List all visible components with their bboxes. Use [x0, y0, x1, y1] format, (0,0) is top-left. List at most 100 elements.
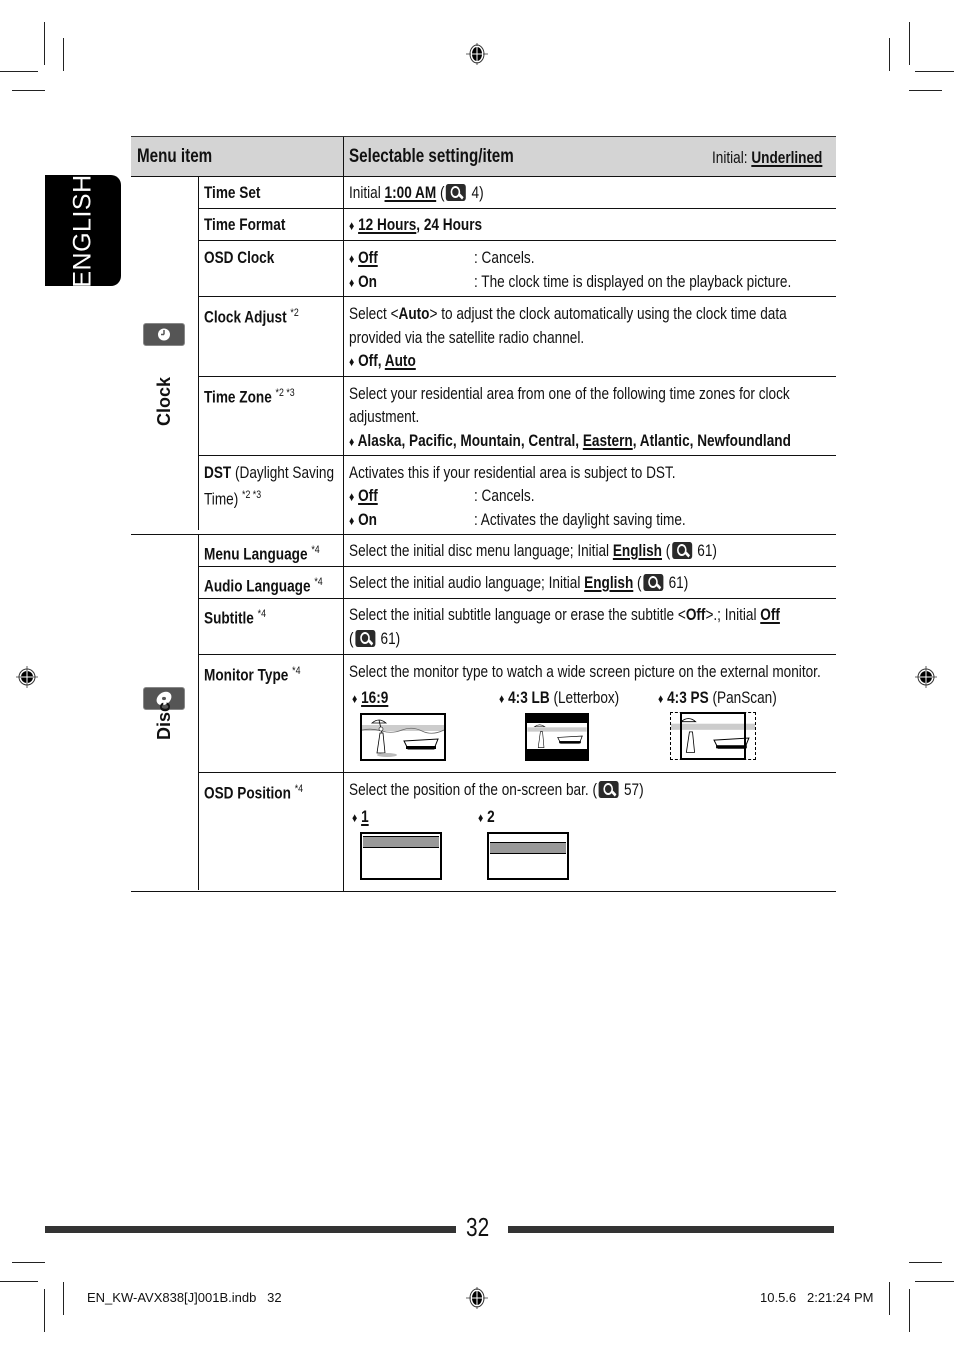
text: Select the initial subtitle language or …	[349, 605, 686, 624]
text: (	[633, 573, 642, 592]
initial-value: 1:00 AM	[384, 183, 437, 202]
footnote-ref: *4	[292, 665, 301, 677]
divider	[343, 535, 344, 566]
divider	[343, 177, 344, 208]
bullet-icon: ♦	[499, 691, 505, 706]
option-off: ♦ Off	[349, 484, 378, 509]
text: >.; Initial	[705, 605, 761, 624]
text: Select the initial audio language; Initi…	[349, 573, 585, 592]
clock-category: Clock	[131, 177, 198, 530]
crop-mark	[44, 22, 45, 65]
language-tab-label: ENGLISH	[68, 173, 97, 288]
text: Select the initial disc menu language; I…	[349, 541, 613, 560]
initial-value: English	[584, 573, 634, 592]
table-row-time-zone: Time Zone *2 *3 Select your residential …	[198, 377, 836, 456]
bullet-icon: ♦	[349, 251, 355, 266]
menu-item-name: Menu Language *4	[204, 539, 320, 566]
divider	[343, 377, 344, 455]
option: , 24 Hours	[416, 215, 483, 234]
crop-mark	[0, 71, 38, 72]
table-row-clock-adjust: Clock Adjust *2 Select <Auto> to adjust …	[198, 297, 836, 377]
setting-options: ♦ 12 Hours, 24 Hours	[349, 213, 482, 238]
registration-mark-icon	[915, 666, 937, 688]
option: 4:3 PS	[667, 688, 709, 707]
bullet-icon: ♦	[349, 489, 355, 504]
crop-mark	[909, 90, 942, 91]
footnote-ref: *2 *3	[275, 387, 295, 399]
option-default: 1	[361, 807, 369, 826]
footer-file-info: EN_KW-AVX838[J]001B.indb 32	[87, 1290, 282, 1305]
option-on: ♦ On	[349, 270, 377, 295]
text: Select the position of the on-screen bar…	[349, 780, 597, 799]
picture-letterbox-illustration	[525, 713, 589, 761]
search-ref-icon	[671, 542, 692, 559]
initial-value: Off	[760, 605, 780, 624]
text: Monitor Type	[204, 665, 289, 685]
page-number: 32	[466, 1212, 490, 1242]
crop-mark	[63, 38, 64, 71]
text: DST	[204, 463, 232, 482]
option-off: ♦ Off	[349, 246, 378, 271]
crop-mark	[915, 1281, 954, 1282]
option-note: (PanScan)	[708, 688, 777, 707]
divider	[343, 599, 344, 654]
menu-item-name: Time Zone *2 *3	[204, 382, 295, 409]
clock-icon	[143, 323, 185, 346]
option: On	[358, 272, 377, 291]
setting-text: Activates this if your residential area …	[349, 463, 676, 482]
option: Alaska, Pacific, Mountain, Central,	[357, 431, 583, 450]
bullet-icon: ♦	[349, 275, 355, 290]
bullet-icon: ♦	[658, 691, 664, 706]
option: On	[358, 510, 377, 529]
text: > to adjust the clock automatically usin…	[429, 304, 787, 323]
option-4-3-lb: ♦ 4:3 LB (Letterbox)	[499, 686, 619, 711]
setting-text: Select <Auto> to adjust the clock automa…	[349, 302, 787, 326]
crop-mark	[44, 1289, 45, 1332]
menu-item-name-line2: Time) *2 *3	[204, 484, 261, 511]
bullet-icon: ♦	[349, 218, 355, 233]
menu-item-name: Subtitle *4	[204, 603, 266, 630]
option: , Atlantic, Newfoundland	[632, 431, 791, 450]
option-default: 16:9	[361, 688, 389, 707]
text: Select <	[349, 304, 399, 323]
crop-mark	[889, 1282, 890, 1315]
divider	[343, 567, 344, 598]
option-on: ♦ On	[349, 508, 377, 533]
page-ref: 61)	[380, 629, 401, 648]
menu-item-name: Clock Adjust *2	[204, 302, 299, 329]
option-note: (Letterbox)	[549, 688, 620, 707]
menu-item-name: DST (Daylight Saving	[204, 461, 334, 485]
text: Auto	[398, 304, 430, 323]
clock-category-label: Clock	[154, 376, 174, 426]
crop-mark	[889, 38, 890, 71]
bullet-icon: ♦	[349, 354, 355, 369]
page-ref: 61)	[668, 573, 689, 592]
table-row-subtitle: Subtitle *4 Select the initial subtitle …	[198, 599, 836, 655]
registration-mark-icon	[16, 666, 38, 688]
clock-group: Clock Time Set Initial 1:00 AM ( 4) Time…	[131, 177, 836, 535]
text: (	[349, 629, 354, 648]
menu-item-name: Monitor Type *4	[204, 660, 300, 687]
header-initial-note: Initial: Underlined	[712, 146, 822, 170]
crop-mark	[12, 1262, 45, 1263]
osd-position-1-illustration	[360, 832, 442, 880]
setting-options: ♦ Alaska, Pacific, Mountain, Central, Ea…	[349, 429, 791, 454]
initial-label: Initial:	[712, 148, 748, 167]
divider	[343, 655, 344, 772]
header-menu-item: Menu item	[137, 146, 213, 167]
option: 2	[487, 807, 495, 826]
footer-bar-left	[45, 1226, 456, 1233]
footnote-ref: *2	[290, 307, 299, 319]
option-desc: : The clock time is displayed on the pla…	[474, 272, 792, 291]
setting-ref: ( 61)	[349, 627, 400, 651]
setting-text: Select your residential area from one of…	[349, 384, 790, 403]
disc-category-label: Disc	[154, 701, 174, 740]
osd-position-2-illustration	[487, 832, 569, 880]
page-ref: 4)	[471, 183, 484, 202]
setting-text: adjustment.	[349, 407, 420, 426]
footnote-ref: *4	[311, 544, 320, 556]
text: Menu Language	[204, 544, 308, 564]
bullet-icon: ♦	[349, 434, 355, 449]
text: Time)	[204, 489, 239, 509]
crop-mark	[909, 1289, 910, 1332]
